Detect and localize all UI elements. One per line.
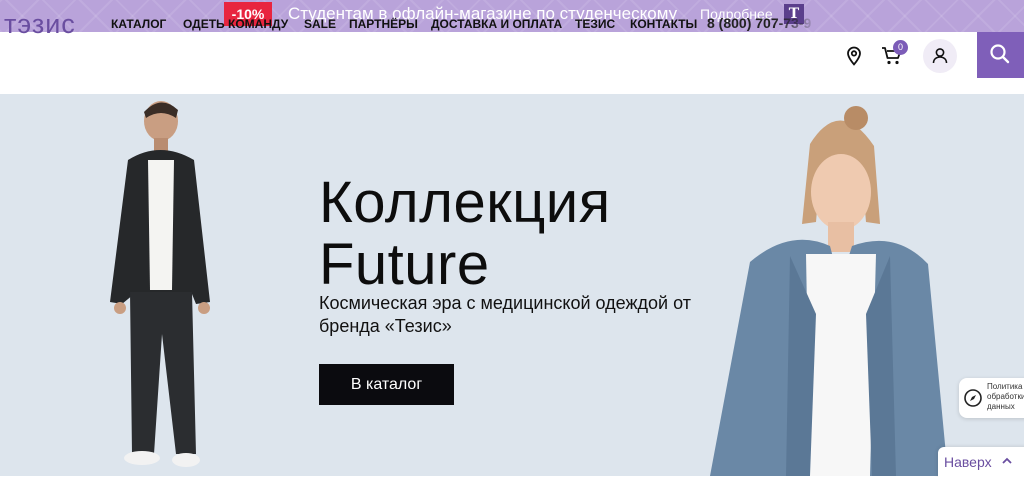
nav-sale[interactable]: SALE [304, 17, 336, 31]
hero-title-line-2: Future [319, 232, 490, 297]
cart-count-badge: 0 [893, 40, 908, 55]
hero-title-line-1: Коллекция [319, 170, 611, 235]
model-woman-image [710, 106, 948, 476]
nav-dress-team[interactable]: ОДЕТЬ КОМАНДУ [183, 17, 288, 31]
model-man-image [110, 101, 210, 467]
site-logo[interactable]: тэзис [4, 9, 76, 39]
search-icon [990, 44, 1010, 64]
nav-contacts[interactable]: КОНТАКТЫ [630, 17, 697, 31]
hero-banner: Коллекция Future Космическая эра с медиц… [0, 94, 1024, 476]
nav-catalog[interactable]: КАТАЛОГ [111, 17, 166, 31]
phone-number[interactable]: 8 (800) 707-73-9 [707, 15, 819, 31]
chevron-up-icon[interactable] [1001, 456, 1013, 466]
search-button[interactable] [977, 32, 1024, 78]
to-catalog-button[interactable]: В каталог [319, 364, 454, 405]
user-icon [932, 48, 948, 64]
nav-delivery-payment[interactable]: ДОСТАВКА И ОПЛАТА [431, 17, 562, 31]
site-header [0, 32, 1024, 80]
hero-subtitle: Космическая эра с медицинской одеждой от… [319, 293, 691, 336]
location-pin-icon[interactable] [845, 46, 863, 66]
hero-title: Коллекция Future [319, 172, 611, 296]
nav-partners[interactable]: ПАРТНЁРЫ [349, 17, 418, 31]
privacy-policy-text: Политика обработки данных [987, 382, 1024, 411]
compass-icon [964, 389, 982, 407]
privacy-policy-widget[interactable]: Политика обработки данных [959, 378, 1024, 418]
nav-tezis[interactable]: ТЕЗИС [575, 17, 615, 31]
account-button[interactable] [923, 39, 957, 73]
